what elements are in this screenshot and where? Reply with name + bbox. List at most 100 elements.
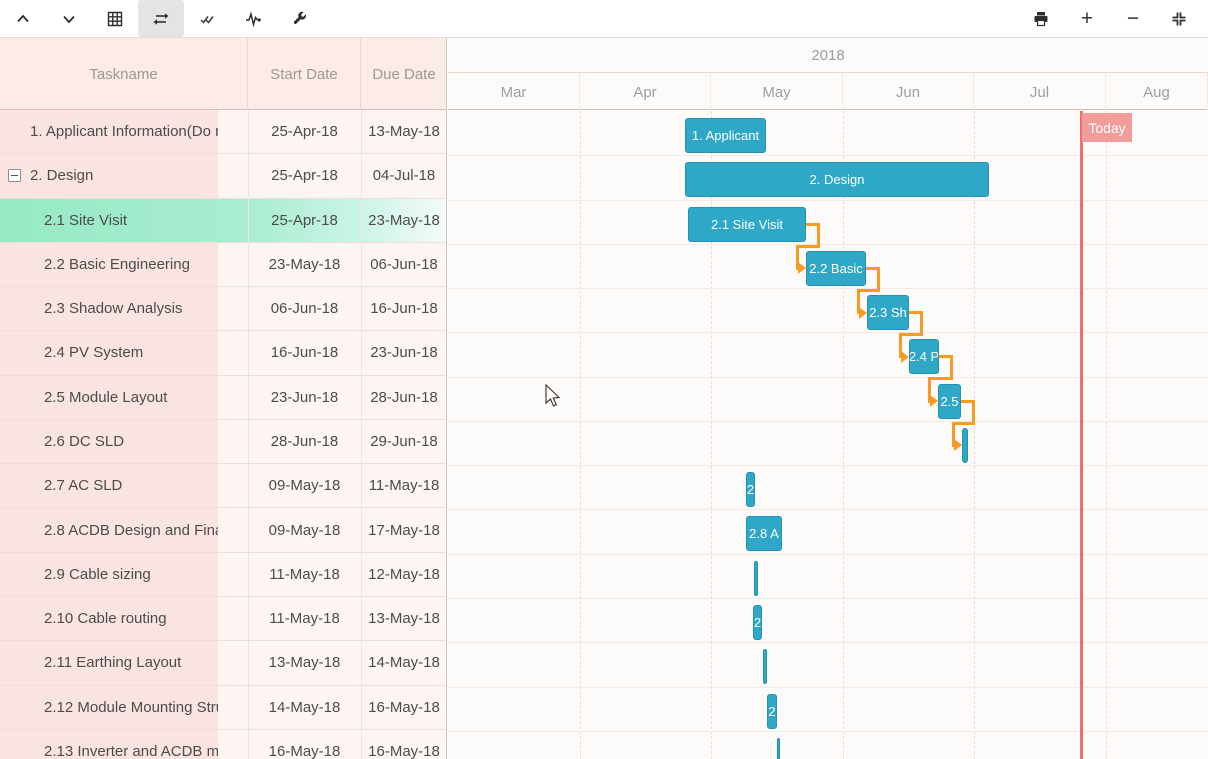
link-arrow-icon [859, 307, 867, 319]
column-header-label: Due Date [372, 66, 435, 83]
month-cell: Jun [843, 74, 974, 110]
task-row[interactable]: 2.10 Cable routing11-May-1813-May-18 [0, 597, 447, 641]
chart-body: Today 1. Applicant2. Design2.1 Site Visi… [448, 111, 1208, 759]
print-button[interactable] [1018, 0, 1064, 37]
task-row[interactable]: 2.11 Earthing Layout13-May-1814-May-18 [0, 641, 447, 685]
task-bar[interactable]: 2 [767, 694, 777, 729]
task-bar[interactable] [777, 738, 780, 759]
task-row[interactable]: 2.4 PV System 16-Jun-1823-Jun-18 [0, 331, 447, 375]
zoom-out-button[interactable]: − [1110, 0, 1156, 37]
task-name: 2.6 DC SLD [0, 420, 218, 463]
task-due-date: 16-May-18 [361, 686, 447, 729]
task-bar[interactable]: 2.1 Site Visit [688, 207, 806, 242]
task-start-date: 09-May-18 [248, 508, 361, 551]
link-arrow-icon [798, 262, 806, 274]
task-name: 2.3 Shadow Analysis [0, 287, 218, 330]
collapse-arrows-icon [1170, 10, 1188, 28]
column-header-taskname[interactable]: Taskname [0, 38, 248, 110]
task-row[interactable]: 2.1 Site Visit25-Apr-1823-May-18 [0, 199, 447, 243]
task-start-date: 09-May-18 [248, 464, 361, 507]
settings-button[interactable] [276, 0, 322, 37]
grid-header: Taskname Start Date Due Date [0, 38, 447, 110]
task-start-date: 16-May-18 [248, 730, 361, 759]
task-bar[interactable] [763, 649, 767, 684]
row-gridline [448, 332, 1208, 333]
task-name: 2.1 Site Visit [0, 199, 218, 242]
task-bar[interactable]: 2.4 P [909, 339, 939, 374]
task-row[interactable]: 2.13 Inverter and ACDB mou16-May-1816-Ma… [0, 730, 447, 759]
critical-path-button[interactable] [230, 0, 276, 37]
year-label: 2018 [811, 47, 844, 64]
row-gridline [448, 642, 1208, 643]
task-row[interactable]: 1. Applicant Information(Do no 25-Apr-181… [0, 110, 447, 154]
task-start-date: 06-Jun-18 [248, 287, 361, 330]
task-name: 1. Applicant Information(Do no [0, 110, 218, 153]
timeline: 2018 MarAprMayJunJulAug Today 1. Applica… [448, 38, 1208, 759]
validate-button[interactable] [184, 0, 230, 37]
toolbar-left-group [0, 0, 322, 37]
row-gridline [448, 731, 1208, 732]
task-bar[interactable]: 2 [753, 605, 762, 640]
fit-to-project-button[interactable] [138, 0, 184, 37]
link-segment [796, 245, 820, 248]
grid-view-button[interactable] [92, 0, 138, 37]
task-row[interactable]: 2.3 Shadow Analysis 06-Jun-1816-Jun-18 [0, 287, 447, 331]
task-name: 2.4 PV System [0, 331, 218, 374]
task-due-date: 29-Jun-18 [361, 420, 447, 463]
row-gridline [448, 288, 1208, 289]
task-due-date: 16-Jun-18 [361, 287, 447, 330]
collapse-all-button[interactable] [0, 0, 46, 37]
month-gridline [580, 111, 581, 759]
task-name: 2.9 Cable sizing [0, 553, 218, 596]
task-bar[interactable]: 2.2 Basic [806, 251, 866, 286]
task-bar[interactable]: 2.3 Sh [867, 295, 909, 330]
task-row[interactable]: 2.5 Module Layout23-Jun-1828-Jun-18 [0, 376, 447, 420]
task-bar[interactable]: 2.5 [938, 384, 961, 419]
column-header-start-date[interactable]: Start Date [248, 38, 361, 110]
task-name: 2. Design [0, 154, 218, 197]
task-start-date: 16-Jun-18 [248, 331, 361, 374]
task-start-date: 25-Apr-18 [248, 154, 361, 197]
month-gridline [1106, 111, 1107, 759]
task-row[interactable]: 2.7 AC SLD09-May-1811-May-18 [0, 464, 447, 508]
row-gridline [448, 465, 1208, 466]
task-name: 2.11 Earthing Layout [0, 641, 218, 684]
task-start-date: 23-Jun-18 [248, 376, 361, 419]
task-due-date: 23-Jun-18 [361, 331, 447, 374]
double-check-icon [199, 11, 215, 27]
task-row[interactable]: 2.2 Basic Engineering23-May-1806-Jun-18 [0, 243, 447, 287]
task-start-date: 13-May-18 [248, 641, 361, 684]
task-row[interactable]: 2.9 Cable sizing11-May-1812-May-18 [0, 553, 447, 597]
task-bar[interactable] [754, 561, 758, 596]
toolbar-right-group: + − [1018, 0, 1208, 37]
link-segment [928, 377, 953, 380]
task-name: 2.13 Inverter and ACDB mou [0, 730, 218, 759]
task-bar[interactable]: 1. Applicant [685, 118, 766, 153]
task-row[interactable]: 2.6 DC SLD 28-Jun-1829-Jun-18 [0, 420, 447, 464]
task-bar[interactable]: 2.8 A [746, 516, 782, 551]
task-row[interactable]: 2. Design 25-Apr-1804-Jul-18 [0, 154, 447, 198]
task-name: 2.2 Basic Engineering [0, 243, 218, 286]
toolbar: + − [0, 0, 1208, 38]
task-bar[interactable]: 2 [746, 472, 755, 507]
zoom-to-fit-button[interactable] [1156, 0, 1202, 37]
expand-all-button[interactable] [46, 0, 92, 37]
task-row[interactable]: 2.8 ACDB Design and Finali09-May-1817-Ma… [0, 508, 447, 552]
task-due-date: 11-May-18 [361, 464, 447, 507]
timeline-month-header: MarAprMayJunJulAug [448, 74, 1208, 110]
month-gridline [843, 111, 844, 759]
column-header-due-date[interactable]: Due Date [361, 38, 447, 110]
swap-arrows-icon [152, 10, 170, 28]
task-bar[interactable]: 2. Design [685, 162, 989, 197]
task-start-date: 14-May-18 [248, 686, 361, 729]
task-due-date: 04-Jul-18 [361, 154, 447, 197]
link-arrow-icon [901, 351, 909, 363]
task-row[interactable]: 2.12 Module Mounting Struc14-May-1816-Ma… [0, 686, 447, 730]
zoom-in-button[interactable]: + [1064, 0, 1110, 37]
task-bar[interactable] [962, 428, 968, 463]
task-due-date: 13-May-18 [361, 110, 447, 153]
plus-icon: + [1081, 8, 1093, 29]
task-start-date: 28-Jun-18 [248, 420, 361, 463]
row-gridline [448, 244, 1208, 245]
task-start-date: 25-Apr-18 [248, 110, 361, 153]
